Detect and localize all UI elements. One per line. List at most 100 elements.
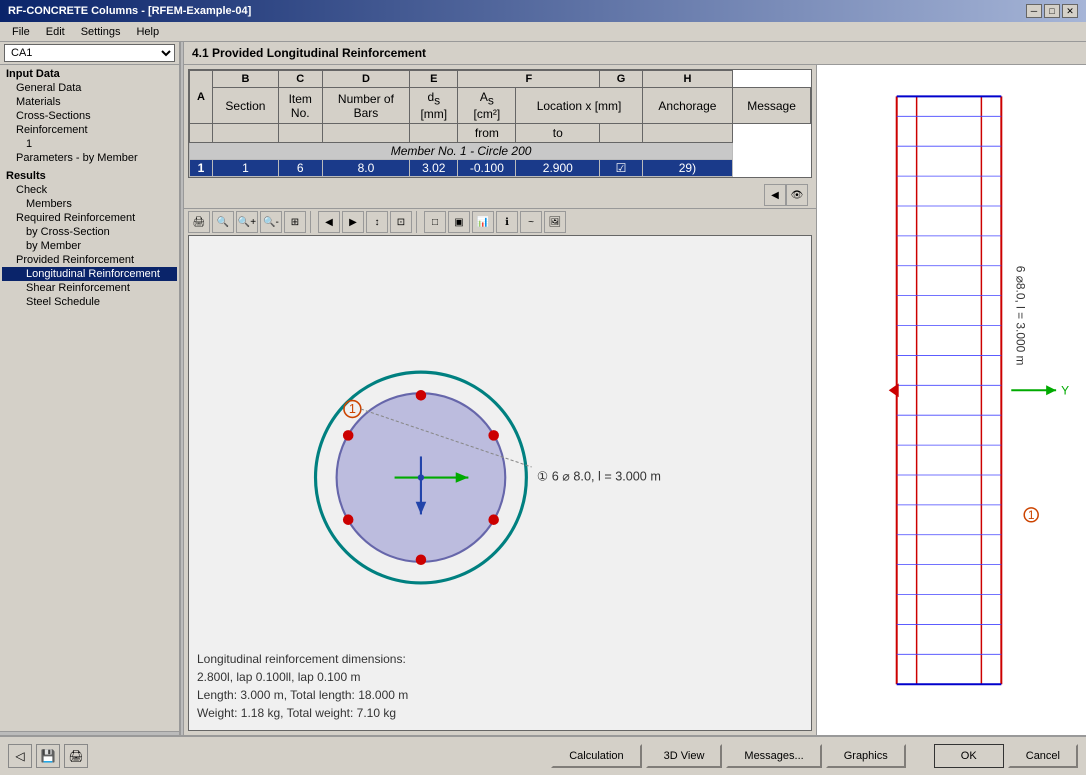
tree-by-cross-section[interactable]: by Cross-Section (2, 225, 177, 239)
tree-reinforcement-1[interactable]: 1 (2, 137, 177, 151)
rebar-3 (488, 515, 499, 526)
tree-parameters-by-member[interactable]: Parameters - by Member (2, 151, 177, 165)
tree-input-data[interactable]: Input Data (2, 67, 177, 81)
col-e-header: E (410, 71, 458, 88)
nav-back[interactable]: ◁ (8, 744, 32, 768)
rebar-6 (343, 430, 354, 441)
tree-by-member[interactable]: by Member (2, 239, 177, 253)
tool-prev-member[interactable]: ◀ (318, 211, 340, 233)
panel-resize-handle[interactable] (0, 731, 179, 735)
reinforcement-table: A B C D E F G H Section It (189, 70, 811, 177)
tool-zoom-out[interactable]: 🔍- (260, 211, 282, 233)
center-dot (418, 475, 424, 481)
table-tool-2[interactable]: 👁 (786, 184, 808, 206)
header-as: As[cm²] (458, 88, 516, 124)
header-bars: Number ofBars (322, 88, 410, 124)
rebar-4 (416, 555, 427, 566)
menu-settings[interactable]: Settings (73, 26, 129, 38)
window-controls[interactable]: ─ □ ✕ (1026, 4, 1078, 18)
3d-view-button[interactable]: 3D View (646, 744, 723, 768)
left-panel: CA1 Input Data General Data Materials Cr… (0, 42, 180, 735)
tool-chart[interactable]: 📊 (472, 211, 494, 233)
messages-button[interactable]: Messages... (726, 744, 821, 768)
tree-provided-reinforcement[interactable]: Provided Reinforcement (2, 253, 177, 267)
main-container: CA1 Input Data General Data Materials Cr… (0, 42, 1086, 735)
col-f-header: F (458, 71, 600, 88)
tool-info[interactable]: ℹ (496, 211, 518, 233)
toolbar-sep-2 (416, 211, 420, 233)
tree-required-reinforcement[interactable]: Required Reinforcement (2, 211, 177, 225)
tool-section-view[interactable]: □ (424, 211, 446, 233)
window-title: RF-CONCRETE Columns - [RFEM-Example-04] (8, 5, 251, 17)
tree-members[interactable]: Members (2, 197, 177, 211)
column-view: Y 6 ⌀8.0, l = 3.000 m 1 (817, 65, 1086, 735)
spacer (910, 744, 930, 768)
tree-cross-sections[interactable]: Cross-Sections (2, 109, 177, 123)
nav-save[interactable]: 💾 (36, 744, 60, 768)
menu-edit[interactable]: Edit (38, 26, 73, 38)
calculation-button[interactable]: Calculation (551, 744, 641, 768)
menu-bar: File Edit Settings Help (0, 22, 1086, 42)
col-h-header: H (642, 71, 732, 88)
col-g-header: G (600, 71, 642, 88)
right-graphics-panel: Y 6 ⌀8.0, l = 3.000 m 1 (816, 65, 1086, 735)
info-text: Longitudinal reinforcement dimensions: 2… (197, 650, 408, 722)
header-item-sub (212, 124, 278, 143)
info-line-1: Longitudinal reinforcement dimensions: (197, 650, 408, 668)
content-title: 4.1 Provided Longitudinal Reinforcement (184, 42, 1086, 65)
graphics-toolbar: 🖨 🔍 🔍+ 🔍- ⊞ ◀ ▶ ↕ ⊡ □ ▣ 📊 ℹ ~ 🖼 (184, 208, 816, 235)
cell-item: 1 (212, 160, 278, 177)
minimize-button[interactable]: ─ (1026, 4, 1042, 18)
tree-results[interactable]: Results (2, 169, 177, 183)
toolbar-sep-1 (310, 211, 314, 233)
right-content: 4.1 Provided Longitudinal Reinforcement … (184, 42, 1086, 735)
cell-bars: 6 (278, 160, 322, 177)
menu-file[interactable]: File (4, 26, 38, 38)
bottom-bar: ◁ 💾 🖨 Calculation 3D View Messages... Gr… (0, 735, 1086, 775)
ca-dropdown[interactable]: CA1 (4, 44, 175, 62)
bottom-action-buttons: Calculation 3D View Messages... Graphics… (551, 744, 1078, 768)
tool-zoom-window[interactable]: 🔍 (212, 211, 234, 233)
ca-selector: CA1 (0, 42, 179, 65)
tree-reinforcement[interactable]: Reinforcement (2, 123, 177, 137)
tool-zoom-in[interactable]: 🔍+ (236, 211, 258, 233)
header-item: ItemNo. (278, 88, 322, 124)
graphics-button[interactable]: Graphics (826, 744, 906, 768)
tool-print[interactable]: 🖨 (188, 211, 210, 233)
tree-steel-schedule[interactable]: Steel Schedule (2, 295, 177, 309)
tool-reset[interactable]: ⊡ (390, 211, 412, 233)
header-ds-sub (322, 124, 410, 143)
tree-shear-reinforcement[interactable]: Shear Reinforcement (2, 281, 177, 295)
close-button[interactable]: ✕ (1062, 4, 1078, 18)
header-message: Message (733, 88, 811, 124)
cell-section[interactable]: 1 (190, 160, 213, 177)
label-1: 1 (349, 403, 356, 417)
tree-general-data[interactable]: General Data (2, 81, 177, 95)
tool-next-member[interactable]: ▶ (342, 211, 364, 233)
tree-longitudinal-reinforcement[interactable]: Longitudinal Reinforcement (2, 267, 177, 281)
tree-materials[interactable]: Materials (2, 95, 177, 109)
column-elevation-svg: Y 6 ⌀8.0, l = 3.000 m 1 (817, 65, 1086, 735)
header-location: Location x [mm] (516, 88, 642, 124)
cell-anchorage: ☑ (600, 160, 642, 177)
tool-resize[interactable]: ↕ (366, 211, 388, 233)
header-anchorage-sub (600, 124, 642, 143)
tree-check[interactable]: Check (2, 183, 177, 197)
maximize-button[interactable]: □ (1044, 4, 1060, 18)
tool-wave[interactable]: ~ (520, 211, 542, 233)
cancel-button[interactable]: Cancel (1008, 744, 1078, 768)
tool-grid[interactable]: ⊞ (284, 211, 306, 233)
tool-image[interactable]: 🖼 (544, 211, 566, 233)
header-bars-sub (278, 124, 322, 143)
menu-help[interactable]: Help (128, 26, 167, 38)
rbar-label-1: 1 (1028, 508, 1035, 522)
cell-message: 29) (642, 160, 732, 177)
nav-print[interactable]: 🖨 (64, 744, 88, 768)
header-loc-to: to (516, 124, 600, 143)
member-row-label: Member No. 1 - Circle 200 (190, 143, 733, 160)
header-section-sub (190, 124, 213, 143)
ok-button[interactable]: OK (934, 744, 1004, 768)
tool-3d[interactable]: ▣ (448, 211, 470, 233)
col-b-header: B (212, 71, 278, 88)
table-tool-1[interactable]: ◀ (764, 184, 786, 206)
